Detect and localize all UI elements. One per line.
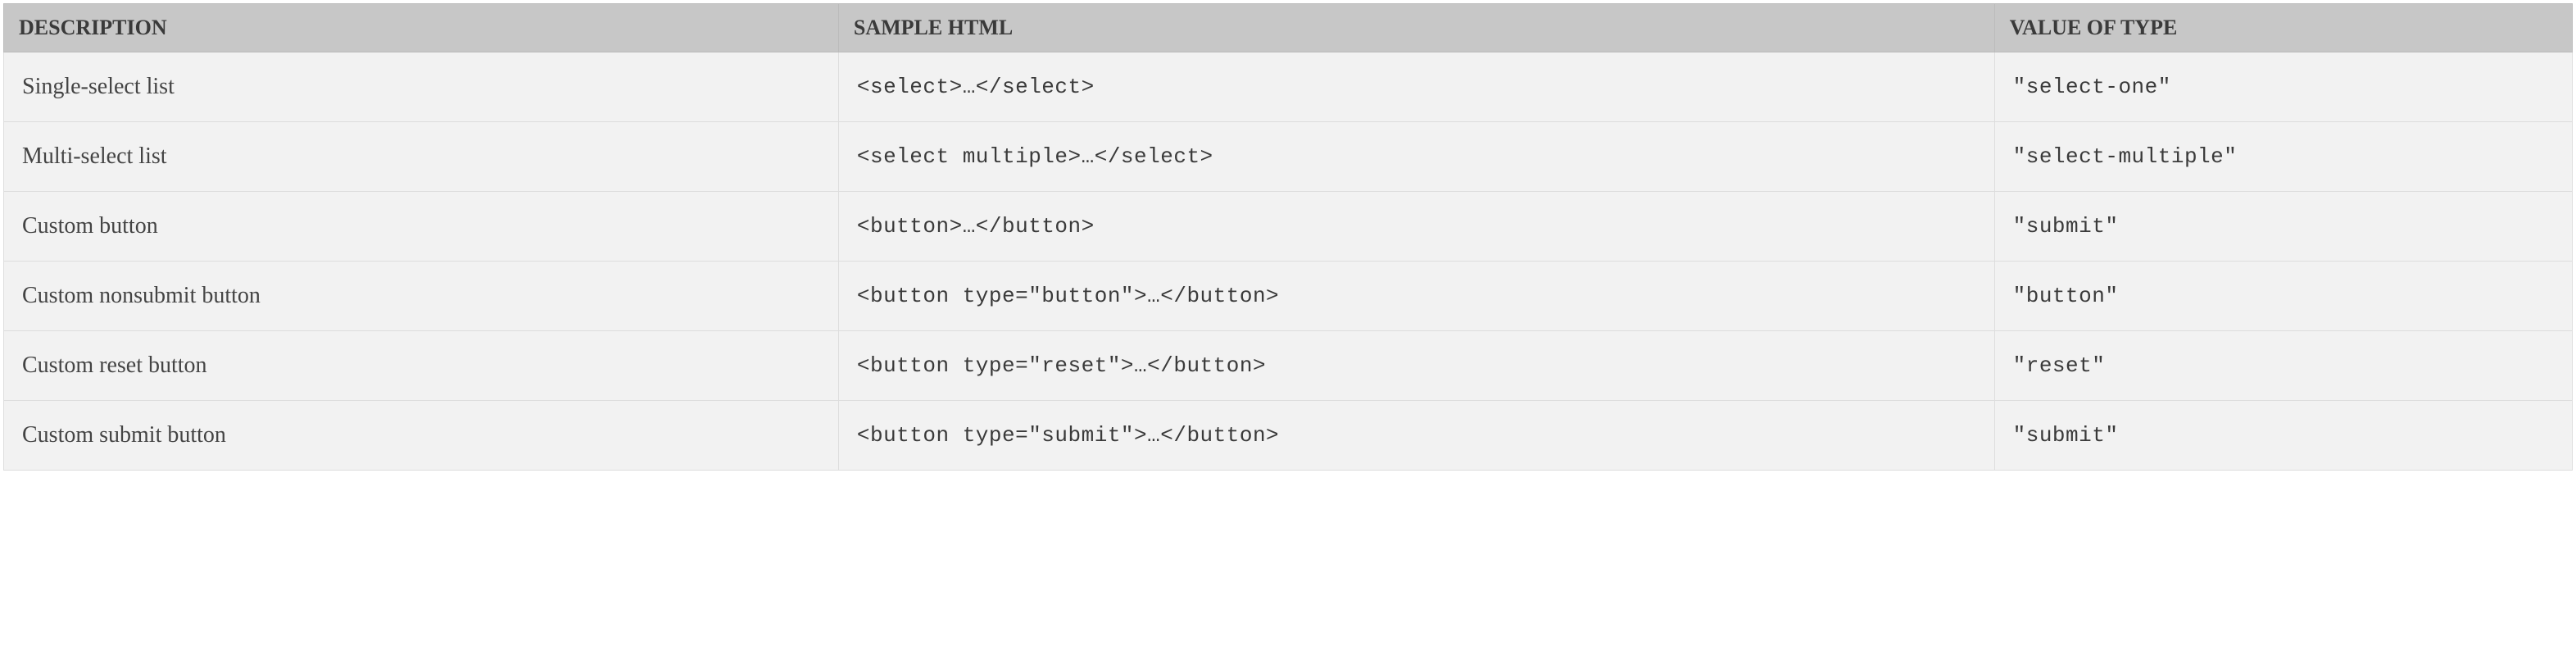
cell-value-of-type: "submit" [1994,192,2572,262]
table-header-row: DESCRIPTION SAMPLE HTML VALUE OF TYPE [4,4,2573,52]
table-row: Custom submit button <button type="submi… [4,401,2573,471]
table-row: Single-select list <select>…</select> "s… [4,52,2573,122]
cell-sample-html: <button type="button">…</button> [838,262,1994,331]
cell-description: Custom submit button [4,401,839,471]
table-row: Custom nonsubmit button <button type="bu… [4,262,2573,331]
cell-value-of-type: "reset" [1994,331,2572,401]
table-row: Custom reset button <button type="reset"… [4,331,2573,401]
cell-sample-html: <button>…</button> [838,192,1994,262]
table-row: Multi-select list <select multiple>…</se… [4,122,2573,192]
cell-value-of-type: "button" [1994,262,2572,331]
cell-sample-html: <select>…</select> [838,52,1994,122]
cell-value-of-type: "submit" [1994,401,2572,471]
cell-description: Single-select list [4,52,839,122]
cell-sample-html: <button type="submit">…</button> [838,401,1994,471]
cell-sample-html: <button type="reset">…</button> [838,331,1994,401]
header-value-of-type: VALUE OF TYPE [1994,4,2572,52]
cell-description: Custom reset button [4,331,839,401]
cell-value-of-type: "select-multiple" [1994,122,2572,192]
cell-description: Custom nonsubmit button [4,262,839,331]
table-row: Custom button <button>…</button> "submit… [4,192,2573,262]
cell-value-of-type: "select-one" [1994,52,2572,122]
header-sample-html: SAMPLE HTML [838,4,1994,52]
cell-description: Multi-select list [4,122,839,192]
form-types-table: DESCRIPTION SAMPLE HTML VALUE OF TYPE Si… [3,3,2573,471]
cell-description: Custom button [4,192,839,262]
header-description: DESCRIPTION [4,4,839,52]
cell-sample-html: <select multiple>…</select> [838,122,1994,192]
